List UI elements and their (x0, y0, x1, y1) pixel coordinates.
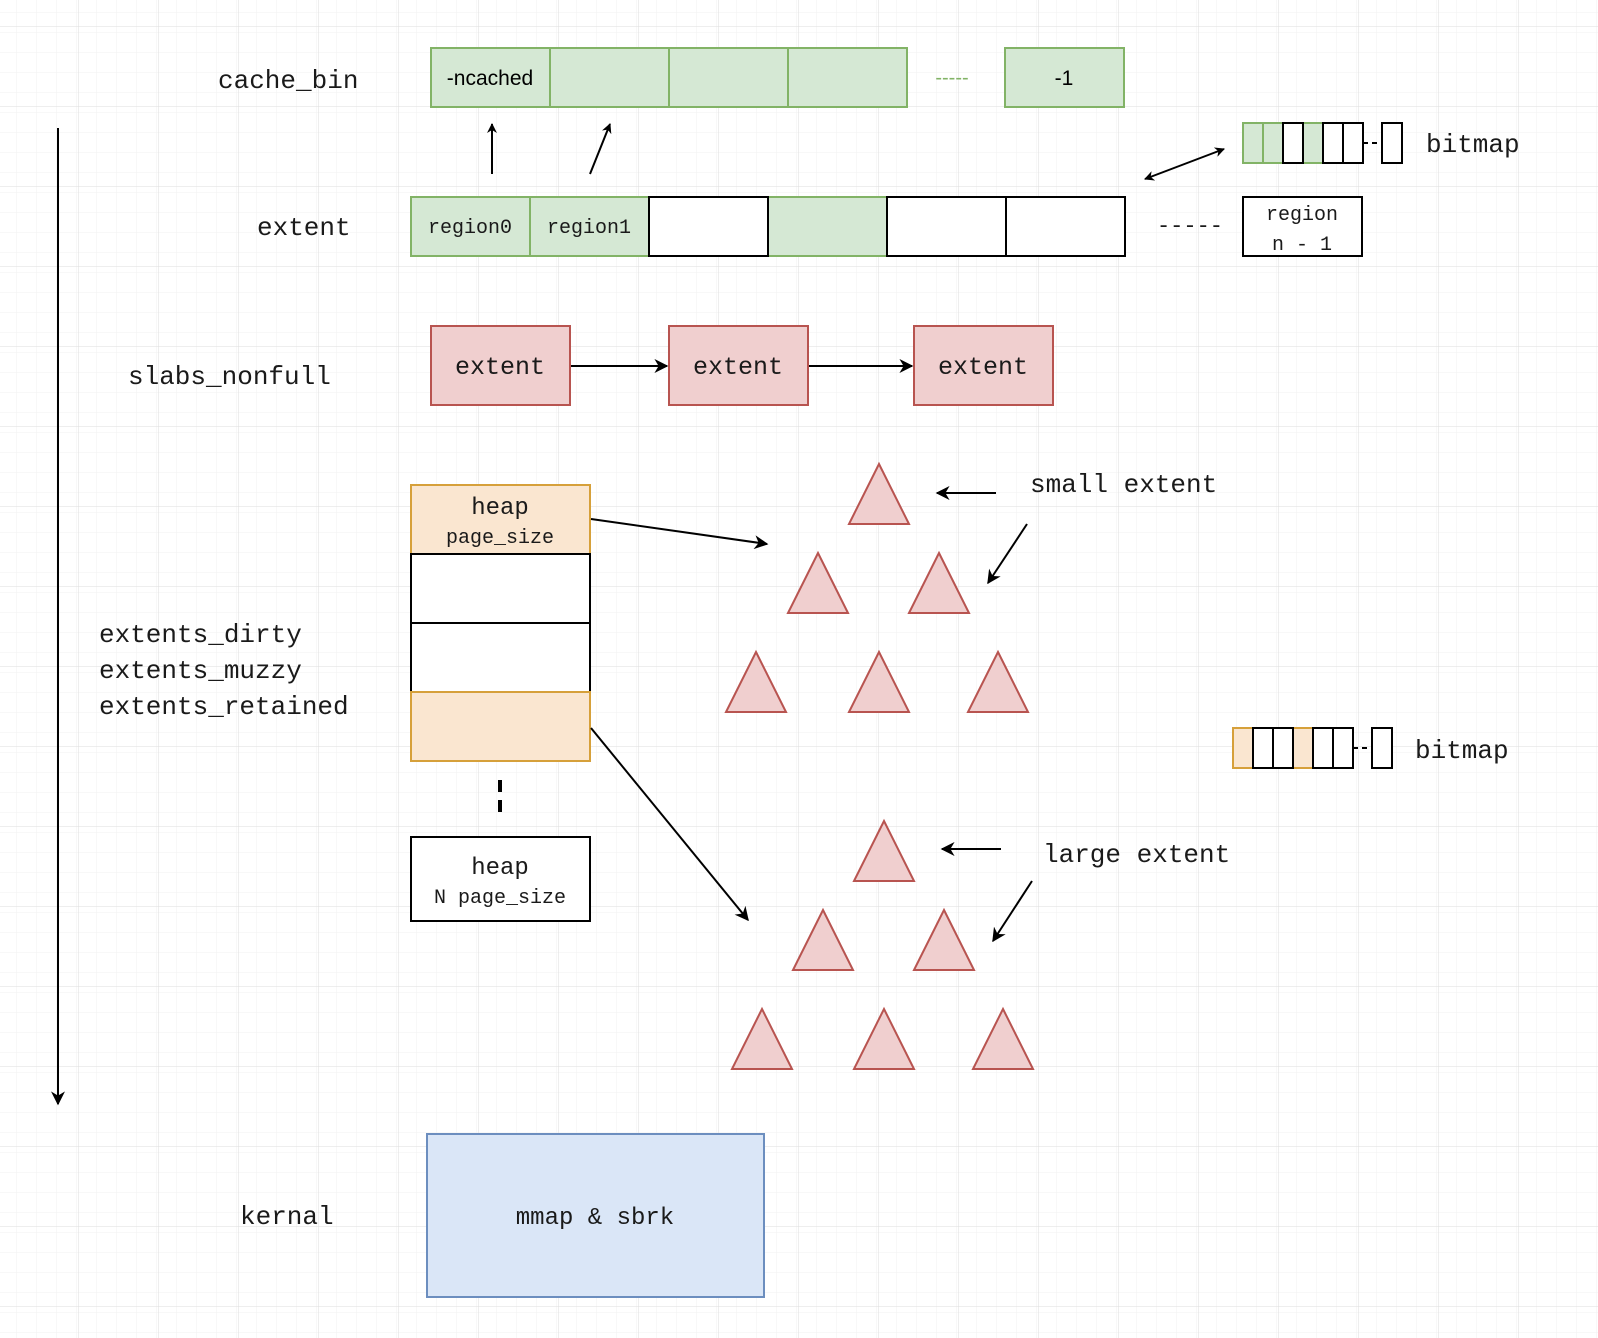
small-extent-label: small extent (1030, 470, 1217, 500)
bitmap-mid-label: bitmap (1415, 736, 1509, 766)
cache-bin-cell-label: -ncached (447, 67, 533, 90)
bitmap-bit (1272, 727, 1294, 769)
slab-extent-label: extent (693, 353, 783, 382)
extent-ellipsis: ----- (1157, 214, 1223, 239)
bitmap-bit (1242, 122, 1264, 164)
extent-last-label-line1: region (1266, 204, 1338, 227)
extent-region-cell (767, 196, 888, 257)
slab-extent-label: extent (938, 353, 1028, 382)
bitmap-bit (1302, 122, 1324, 164)
cache-bin-array: -ncached ----- -1 (430, 47, 1125, 108)
bitmap-bit (1282, 122, 1304, 164)
cache-bin-last-label: -1 (1055, 67, 1074, 90)
extent-region-label: region1 (547, 217, 631, 240)
bitmap-bit (1232, 727, 1254, 769)
label-cache-bin: cache_bin (218, 66, 358, 96)
label-extents-dirty: extents_dirty (99, 620, 302, 650)
diagram-canvas: cache_bin extent slabs_nonfull extents_d… (0, 0, 1598, 1338)
label-extents-muzzy: extents_muzzy (99, 656, 302, 686)
label-kernal: kernal (240, 1202, 334, 1232)
label-extent: extent (257, 213, 351, 243)
label-extents-retained: extents_retained (99, 692, 349, 722)
bitmap-last-bit (1371, 727, 1393, 769)
large-extent-label: large extent (1043, 840, 1230, 870)
bitmap-bit (1332, 727, 1354, 769)
extent-region-cell (648, 196, 769, 257)
extent-region-cell (886, 196, 1007, 257)
kernal-box-label: mmap & sbrk (516, 1205, 674, 1232)
slab-extent-label: extent (455, 353, 545, 382)
cache-bin-ellipsis: ----- (935, 67, 968, 89)
heap-first-label-line2: page_size (446, 527, 554, 550)
cache-bin-cell (787, 47, 908, 108)
label-slabs-nonfull: slabs_nonfull (128, 362, 331, 392)
heap-cell (410, 622, 591, 693)
heap-first-label-line1: heap (471, 495, 529, 522)
bitmap-bit (1322, 122, 1344, 164)
bitmap-bit (1342, 122, 1364, 164)
heap-cell (410, 691, 591, 762)
bitmap-bit (1262, 122, 1284, 164)
slabs-nonfull-list: extent extent extent (430, 325, 1054, 406)
heap-last-label-line2: N page_size (434, 887, 566, 910)
bitmap-bit (1312, 727, 1334, 769)
bitmap-bit (1252, 727, 1274, 769)
extent-region-cell (1005, 196, 1126, 257)
bitmap-last-bit (1381, 122, 1403, 164)
bitmap-top-label: bitmap (1426, 130, 1520, 160)
heap-cell (410, 553, 591, 624)
cache-bin-cell (549, 47, 670, 108)
heap-stack: heap page_size heap N page_size (410, 484, 591, 922)
extent-region-label: region0 (428, 217, 512, 240)
heap-last-label-line1: heap (471, 855, 529, 882)
extent-last-label-line2: n - 1 (1272, 234, 1332, 257)
cache-bin-cell (668, 47, 789, 108)
bitmap-bit (1292, 727, 1314, 769)
